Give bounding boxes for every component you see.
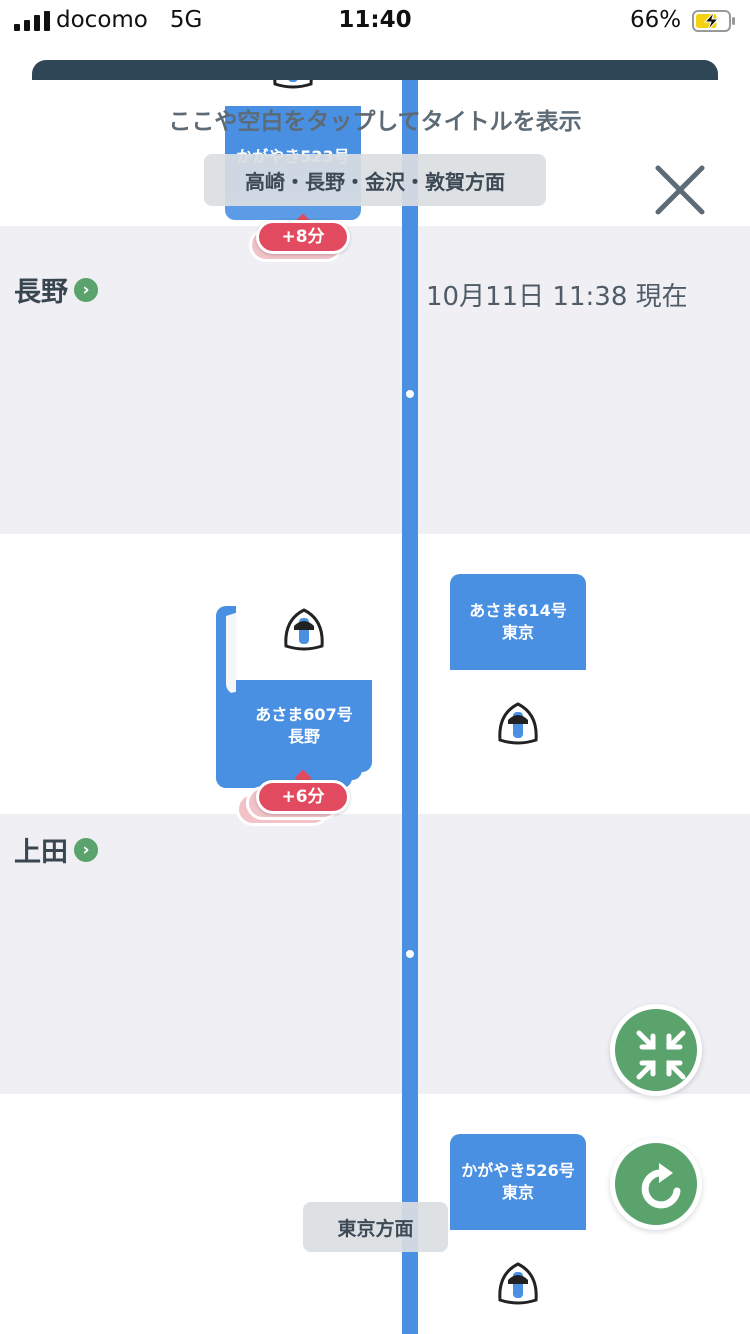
train-destination: 東京	[501, 1183, 534, 1202]
close-icon[interactable]	[650, 160, 710, 220]
update-timestamp: 10月11日 11:38 現在	[426, 282, 688, 312]
battery-charging-icon	[692, 10, 735, 32]
station-band-nagano	[0, 226, 750, 534]
chevron-right-icon: ›	[74, 837, 98, 862]
status-bar: docomo 5G 11:40 66%	[0, 0, 750, 44]
train-card-asama607[interactable]: あさま607号 長野	[236, 574, 372, 778]
station-link-ueda[interactable]: 上田 ›	[14, 830, 98, 869]
refresh-icon	[641, 1163, 681, 1209]
station-link-nagano[interactable]: 長野 ›	[14, 270, 98, 309]
shinkansen-train-icon	[273, 80, 313, 89]
delay-badge: +8分	[256, 220, 350, 254]
refresh-button[interactable]	[610, 1138, 702, 1230]
card-label: かがやき526号 東京	[450, 1134, 586, 1230]
shinkansen-train-icon	[498, 702, 538, 745]
train-destination: 東京	[501, 623, 534, 642]
title-hint[interactable]: ここや空白をタップしてタイトルを表示	[0, 102, 750, 136]
station-name: 上田	[14, 837, 68, 868]
train-name: あさま607号	[255, 705, 353, 724]
train-card-kagayaki526[interactable]: かがやき526号 東京	[450, 1134, 586, 1334]
train-name: かがやき526号	[461, 1161, 575, 1180]
shinkansen-train-icon	[498, 1262, 538, 1305]
card-label: あさま607号 長野	[236, 680, 372, 772]
station-dot-ueda	[403, 947, 417, 961]
delay-badge: +6分	[256, 780, 350, 814]
timeline-sheet[interactable]: 長野 › 上田 › ここや空白をタップしてタイトルを表示 かがやき523号 +8…	[0, 80, 750, 1334]
collapse-button[interactable]	[610, 1004, 702, 1096]
train-card-asama614[interactable]: あさま614号 東京	[450, 574, 586, 778]
direction-label-down: 東京方面	[303, 1202, 448, 1252]
shinkansen-train-icon	[284, 608, 324, 651]
chevron-right-icon: ›	[74, 277, 98, 302]
station-name: 長野	[14, 277, 68, 308]
station-dot-nagano	[403, 387, 417, 401]
train-name: あさま614号	[469, 601, 567, 620]
direction-label-up: 高崎・長野・金沢・敦賀方面	[204, 154, 546, 206]
route-track	[402, 80, 418, 1334]
collapse-arrows-icon	[636, 1030, 686, 1080]
battery-percent: 66%	[630, 7, 682, 33]
card-top	[236, 574, 372, 680]
card-label: あさま614号 東京	[450, 574, 586, 670]
train-destination: 長野	[287, 727, 320, 746]
